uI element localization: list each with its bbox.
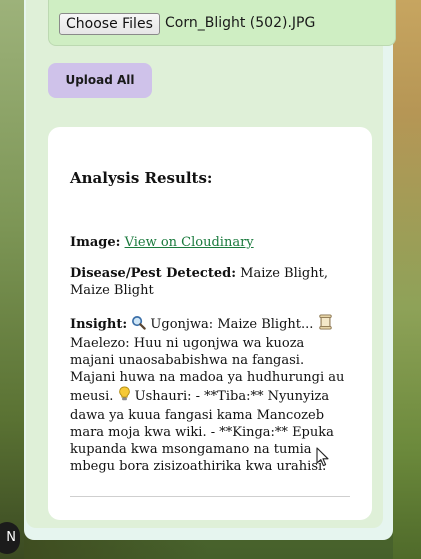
- scroll-icon: [318, 314, 333, 335]
- magnifying-glass-icon: [131, 315, 146, 335]
- insight-disease-text: Ugonjwa: Maize Blight...: [150, 317, 314, 332]
- results-divider: [70, 496, 350, 497]
- corner-badge[interactable]: N: [0, 522, 20, 554]
- insight-label: Insight:: [70, 317, 128, 332]
- background-left: [0, 0, 24, 559]
- image-label: Image:: [70, 235, 121, 250]
- selected-file-name: Corn_Blight (502).JPG: [165, 15, 316, 31]
- results-title: Analysis Results:: [70, 169, 213, 187]
- upload-all-button[interactable]: Upload All: [48, 63, 152, 98]
- background-right: [393, 0, 421, 559]
- insight-row: Insight: Ugonjwa: Maize Blight... Maelez…: [70, 314, 352, 475]
- mouse-cursor-icon: [316, 447, 330, 471]
- file-input-area: Choose Files Corn_Blight (502).JPG: [48, 0, 396, 46]
- disease-row: Disease/Pest Detected: Maize Blight, Mai…: [70, 265, 352, 299]
- cloudinary-link[interactable]: View on Cloudinary: [125, 235, 254, 250]
- light-bulb-icon: [118, 386, 131, 407]
- image-row: Image: View on Cloudinary: [70, 234, 352, 251]
- disease-label: Disease/Pest Detected:: [70, 266, 237, 281]
- choose-files-button[interactable]: Choose Files: [59, 13, 160, 35]
